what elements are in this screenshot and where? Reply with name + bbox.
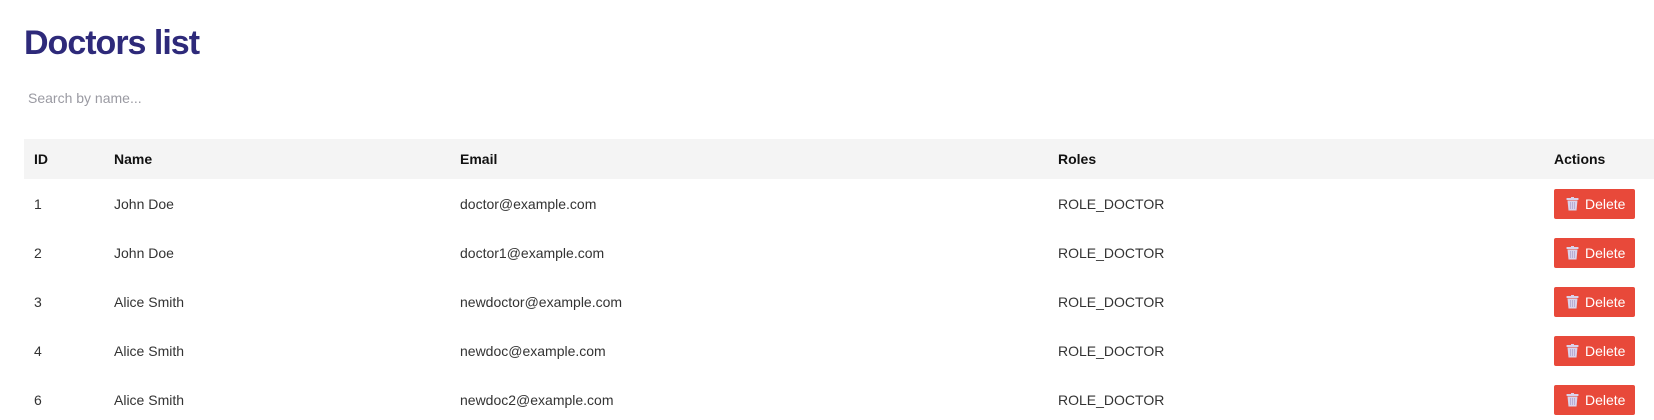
delete-button[interactable]: Delete bbox=[1554, 286, 1636, 317]
cell-roles: ROLE_DOCTOR bbox=[1058, 391, 1165, 408]
table-header-row: ID Name Email Roles Actions bbox=[24, 139, 1654, 179]
table-row: 2 John Doe doctor1@example.com ROLE_DOCT… bbox=[24, 228, 1654, 277]
delete-button-label: Delete bbox=[1585, 342, 1626, 359]
cell-roles: ROLE_DOCTOR bbox=[1058, 342, 1165, 359]
delete-button[interactable]: Delete bbox=[1554, 384, 1636, 415]
cell-id: 1 bbox=[34, 195, 42, 212]
cell-name: John Doe bbox=[114, 244, 174, 261]
cell-actions: Delete bbox=[1544, 375, 1654, 420]
delete-button-label: Delete bbox=[1585, 391, 1626, 408]
trash-icon bbox=[1566, 196, 1579, 210]
delete-button[interactable]: Delete bbox=[1554, 335, 1636, 366]
cell-roles: ROLE_DOCTOR bbox=[1058, 195, 1165, 212]
cell-email: doctor@example.com bbox=[460, 195, 597, 212]
delete-button-label: Delete bbox=[1585, 244, 1626, 261]
cell-roles: ROLE_DOCTOR bbox=[1058, 293, 1165, 310]
cell-actions: Delete bbox=[1544, 326, 1654, 375]
trash-icon bbox=[1566, 294, 1579, 308]
cell-name: Alice Smith bbox=[114, 391, 185, 408]
doctors-page: Doctors list ID Name Email Roles Actions… bbox=[0, 0, 1654, 420]
cell-email: newdoc2@example.com bbox=[460, 391, 614, 408]
column-header-roles: Roles bbox=[1058, 151, 1097, 167]
search-input[interactable] bbox=[24, 82, 632, 114]
column-header-name: Name bbox=[114, 151, 153, 167]
doctors-table: ID Name Email Roles Actions 1 John Doe d… bbox=[24, 139, 1654, 420]
delete-button[interactable]: Delete bbox=[1554, 237, 1636, 268]
cell-email: doctor1@example.com bbox=[460, 244, 605, 261]
cell-email: newdoctor@example.com bbox=[460, 293, 623, 310]
cell-id: 4 bbox=[34, 342, 42, 359]
cell-id: 2 bbox=[34, 244, 42, 261]
table-row: 3 Alice Smith newdoctor@example.com ROLE… bbox=[24, 277, 1654, 326]
cell-roles: ROLE_DOCTOR bbox=[1058, 244, 1165, 261]
table-row: 6 Alice Smith newdoc2@example.com ROLE_D… bbox=[24, 375, 1654, 420]
cell-actions: Delete bbox=[1544, 179, 1654, 228]
table-header: ID Name Email Roles Actions bbox=[24, 139, 1654, 179]
delete-button-label: Delete bbox=[1585, 195, 1626, 212]
table-body: 1 John Doe doctor@example.com ROLE_DOCTO… bbox=[24, 179, 1654, 420]
column-header-id: ID bbox=[34, 151, 48, 167]
cell-actions: Delete bbox=[1544, 228, 1654, 277]
cell-id: 6 bbox=[34, 391, 42, 408]
column-header-actions: Actions bbox=[1554, 151, 1606, 167]
table-row: 1 John Doe doctor@example.com ROLE_DOCTO… bbox=[24, 179, 1654, 228]
delete-button-label: Delete bbox=[1585, 293, 1626, 310]
table-row: 4 Alice Smith newdoc@example.com ROLE_DO… bbox=[24, 326, 1654, 375]
cell-actions: Delete bbox=[1544, 277, 1654, 326]
trash-icon bbox=[1566, 245, 1579, 259]
cell-name: Alice Smith bbox=[114, 342, 185, 359]
page-title: Doctors list bbox=[24, 24, 200, 62]
cell-name: Alice Smith bbox=[114, 293, 185, 310]
delete-button[interactable]: Delete bbox=[1554, 188, 1636, 219]
cell-id: 3 bbox=[34, 293, 42, 310]
cell-email: newdoc@example.com bbox=[460, 342, 606, 359]
column-header-email: Email bbox=[460, 151, 498, 167]
trash-icon bbox=[1566, 392, 1579, 406]
cell-name: John Doe bbox=[114, 195, 174, 212]
trash-icon bbox=[1566, 343, 1579, 357]
